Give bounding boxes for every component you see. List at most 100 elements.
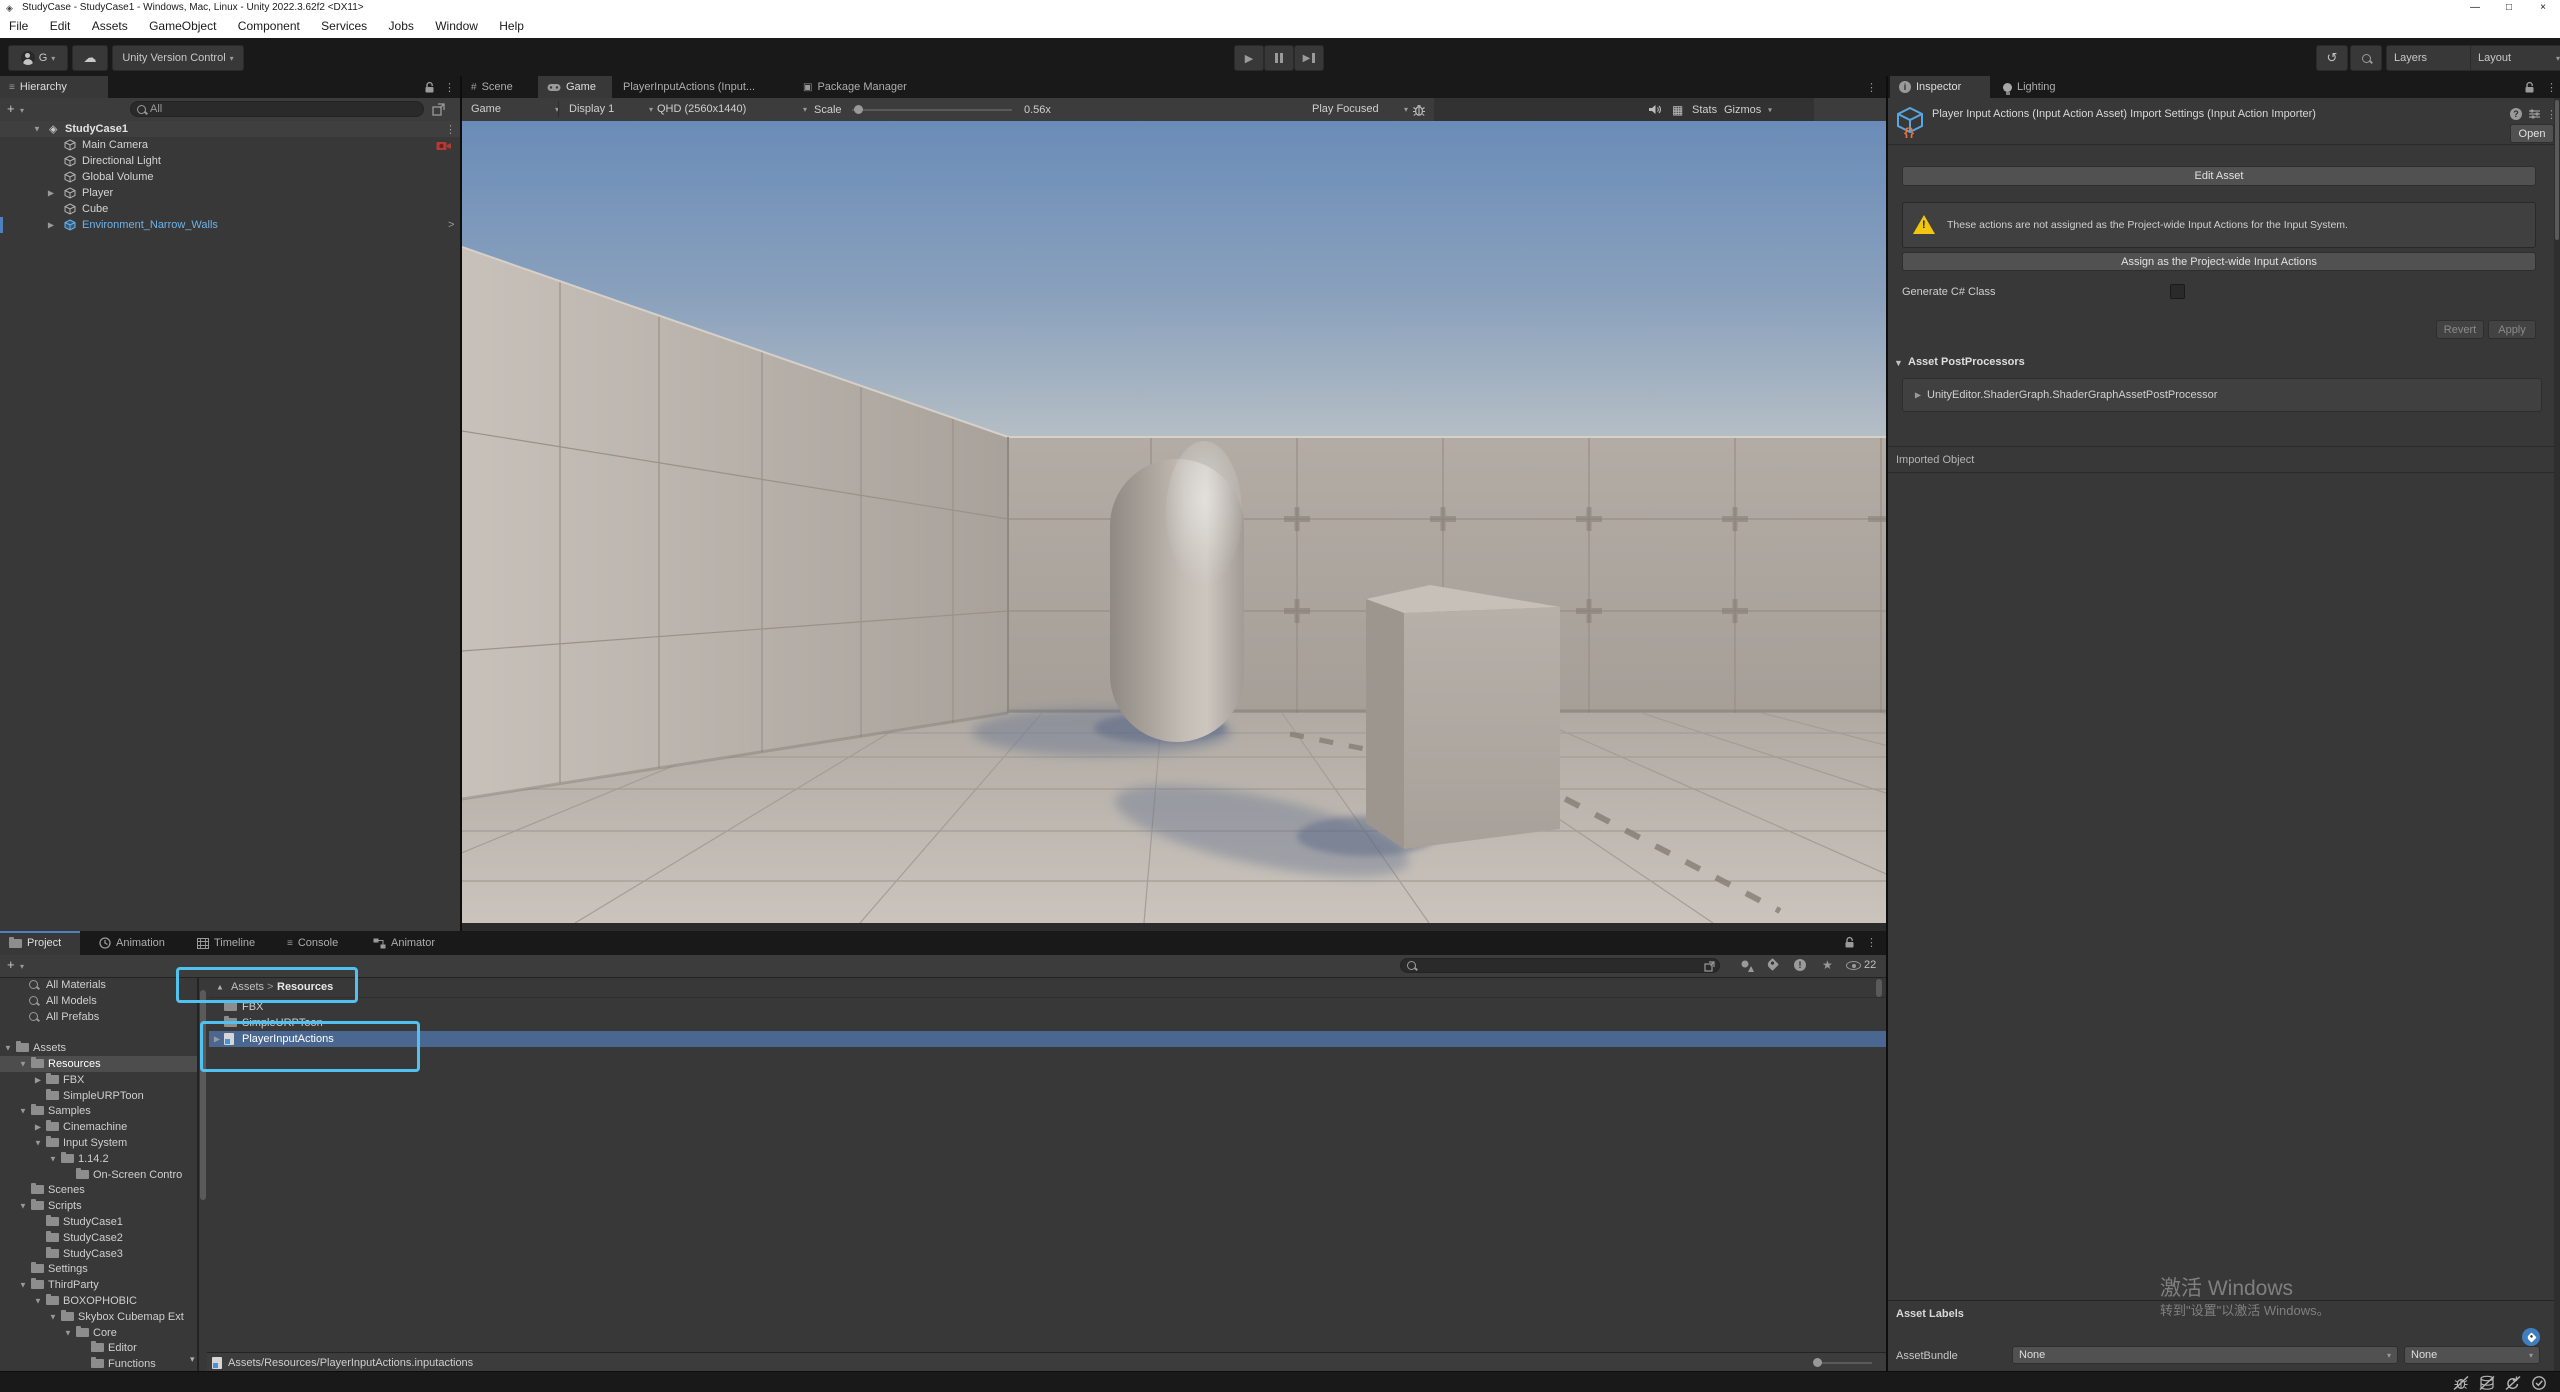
project-tree-item[interactable]: Functions — [0, 1356, 197, 1371]
foldout-open-icon[interactable]: ▼ — [33, 1297, 43, 1306]
edit-asset-button[interactable]: Edit Asset — [1902, 166, 2536, 186]
open-button[interactable]: Open — [2510, 124, 2554, 143]
play-focused-dropdown[interactable]: Play Focused ▾ — [1307, 101, 1413, 117]
foldout-open-icon[interactable]: ▼ — [18, 1202, 28, 1211]
project-tree-item[interactable]: Editor — [0, 1340, 197, 1356]
kebab-icon[interactable]: ⋮ — [445, 123, 456, 136]
gizmos-dropdown[interactable]: Gizmos — [1724, 104, 1761, 116]
foldout-closed-icon[interactable]: ▶ — [46, 189, 56, 198]
foldout-open-icon[interactable]: ▼ — [48, 1154, 58, 1163]
maximize-button[interactable]: □ — [2492, 0, 2526, 15]
hierarchy-item-cube[interactable]: Cube — [0, 201, 460, 217]
menu-help[interactable]: Help — [490, 16, 533, 36]
tree-scroll-down-icon[interactable]: ▾ — [190, 1354, 195, 1365]
menu-component[interactable]: Component — [229, 16, 309, 36]
tab-game[interactable]: Game — [538, 76, 612, 98]
presets-icon[interactable] — [2528, 108, 2541, 120]
game-mode-dropdown[interactable]: Game ▾ — [466, 101, 564, 117]
activity-ok-icon[interactable] — [2530, 1375, 2548, 1391]
collapse-up-icon[interactable]: ▲ — [216, 983, 224, 992]
apply-button[interactable]: Apply — [2488, 320, 2536, 339]
menu-assets[interactable]: Assets — [83, 16, 137, 36]
search-by-type-icon[interactable] — [1740, 959, 1754, 973]
menu-file[interactable]: File — [0, 16, 37, 36]
hierarchy-search-input[interactable]: All — [130, 101, 424, 117]
foldout-closed-icon[interactable]: ▶ — [212, 1035, 222, 1044]
search-everywhere-button[interactable] — [2350, 45, 2382, 71]
hierarchy-kebab-icon[interactable]: ⋮ — [444, 81, 455, 94]
project-tree-item[interactable]: ▼1.14.2 — [0, 1151, 197, 1167]
debugger-disabled-icon[interactable] — [2452, 1375, 2470, 1391]
project-lock-icon[interactable] — [1844, 936, 1855, 949]
project-tree-item[interactable]: ▼Assets — [0, 1040, 197, 1056]
tab-project[interactable]: Project — [0, 931, 80, 955]
step-button[interactable]: ▶ — [1294, 45, 1324, 71]
foldout-closed-icon[interactable]: ▶ — [46, 221, 56, 230]
open-in-window-icon[interactable] — [1704, 961, 1715, 972]
icon-size-slider-thumb[interactable] — [1813, 1358, 1822, 1367]
favorite-item[interactable]: All Prefabs — [0, 1009, 197, 1025]
tab-animator[interactable]: Animator — [364, 931, 456, 955]
foldout-open-icon[interactable]: ▼ — [1894, 358, 1903, 368]
assign-project-wide-button[interactable]: Assign as the Project-wide Input Actions — [1902, 252, 2536, 271]
tab-hierarchy[interactable]: ≡ Hierarchy — [0, 76, 108, 98]
tab-console[interactable]: ≡ Console — [278, 931, 362, 955]
cache-server-disconnected-icon[interactable] — [2478, 1375, 2496, 1391]
menu-services[interactable]: Services — [312, 16, 376, 36]
project-kebab-icon[interactable]: ⋮ — [1866, 936, 1877, 949]
favorite-item[interactable]: All Models — [0, 993, 197, 1009]
search-by-label-icon[interactable] — [1768, 960, 1777, 972]
revert-button[interactable]: Revert — [2436, 320, 2484, 339]
visibility-eye-icon[interactable] — [1846, 961, 1861, 970]
tab-animation[interactable]: Animation — [90, 931, 186, 955]
menu-window[interactable]: Window — [426, 16, 487, 36]
cloud-button[interactable]: ☁ — [72, 45, 108, 71]
foldout-open-icon[interactable]: ▼ — [48, 1312, 58, 1321]
project-tree-item[interactable]: ▼Scripts — [0, 1198, 197, 1214]
play-button[interactable]: ▶ — [1234, 45, 1264, 71]
mute-audio-icon[interactable] — [1648, 103, 1662, 116]
favorites-star-icon[interactable]: ★ — [1822, 958, 1833, 972]
content-item-fbx[interactable]: FBX — [209, 999, 1886, 1015]
inspector-scrollbar[interactable] — [2554, 98, 2560, 1371]
project-tree-item[interactable]: StudyCase1 — [0, 1214, 197, 1230]
menu-jobs[interactable]: Jobs — [380, 16, 423, 36]
tab-timeline[interactable]: Timeline — [188, 931, 276, 955]
project-tree-item[interactable]: Scenes — [0, 1182, 197, 1198]
project-tree-item[interactable]: StudyCase2 — [0, 1230, 197, 1246]
breadcrumb-root[interactable]: Assets — [231, 981, 264, 993]
project-tree-item[interactable]: Settings — [0, 1261, 197, 1277]
foldout-open-icon[interactable]: ▼ — [63, 1328, 73, 1337]
foldout-open-icon[interactable]: ▼ — [3, 1044, 13, 1053]
menu-gameobject[interactable]: GameObject — [140, 16, 225, 36]
tab-scene[interactable]: # Scene — [462, 76, 536, 98]
vsync-grid-icon[interactable]: ▦ — [1672, 103, 1683, 117]
account-button[interactable]: G ▾ — [8, 45, 68, 71]
project-tree-item[interactable]: ▼Samples — [0, 1103, 197, 1119]
pause-button[interactable] — [1264, 45, 1294, 71]
content-item-playerinputactions[interactable]: ▶PlayerInputActions — [209, 1031, 1886, 1047]
hidden-packages-icon[interactable]: ! — [1794, 959, 1806, 971]
open-in-window-icon[interactable] — [432, 103, 445, 116]
project-tree-item[interactable]: ▼ThirdParty — [0, 1277, 197, 1293]
hierarchy-item-player[interactable]: ▶ Player — [0, 185, 460, 201]
prefab-open-arrow-icon[interactable]: > — [448, 219, 454, 231]
layers-dropdown[interactable]: Layers ▾ — [2386, 45, 2482, 71]
chevron-down-icon[interactable]: ▾ — [20, 962, 24, 971]
minimize-button[interactable]: — — [2458, 0, 2492, 15]
tab-lighting[interactable]: Lighting — [1994, 76, 2084, 98]
project-tree-item[interactable]: On-Screen Contro — [0, 1167, 197, 1183]
hierarchy-item-environment-narrow-walls[interactable]: ▶ Environment_Narrow_Walls > — [0, 217, 460, 233]
content-scrollbar[interactable] — [1876, 979, 1882, 997]
tree-scrollbar[interactable] — [200, 990, 206, 1200]
project-tree-item[interactable]: StudyCase3 — [0, 1246, 197, 1262]
assetbundle-variant-dropdown[interactable]: None ▾ — [2404, 1346, 2540, 1364]
foldout-open-icon[interactable]: ▼ — [18, 1107, 28, 1116]
layout-dropdown[interactable]: Layout ▾ — [2470, 45, 2560, 71]
project-tree-item[interactable]: SimpleURPToon — [0, 1088, 197, 1104]
breadcrumb-current[interactable]: Resources — [277, 981, 333, 993]
resolution-dropdown[interactable]: QHD (2560x1440) ▾ — [652, 101, 812, 117]
hierarchy-lock-icon[interactable] — [424, 81, 435, 94]
version-control-button[interactable]: Unity Version Control ▾ — [112, 45, 244, 71]
hierarchy-item-scene-root[interactable]: ▼ ◈ StudyCase1 ⋮ — [0, 121, 460, 137]
